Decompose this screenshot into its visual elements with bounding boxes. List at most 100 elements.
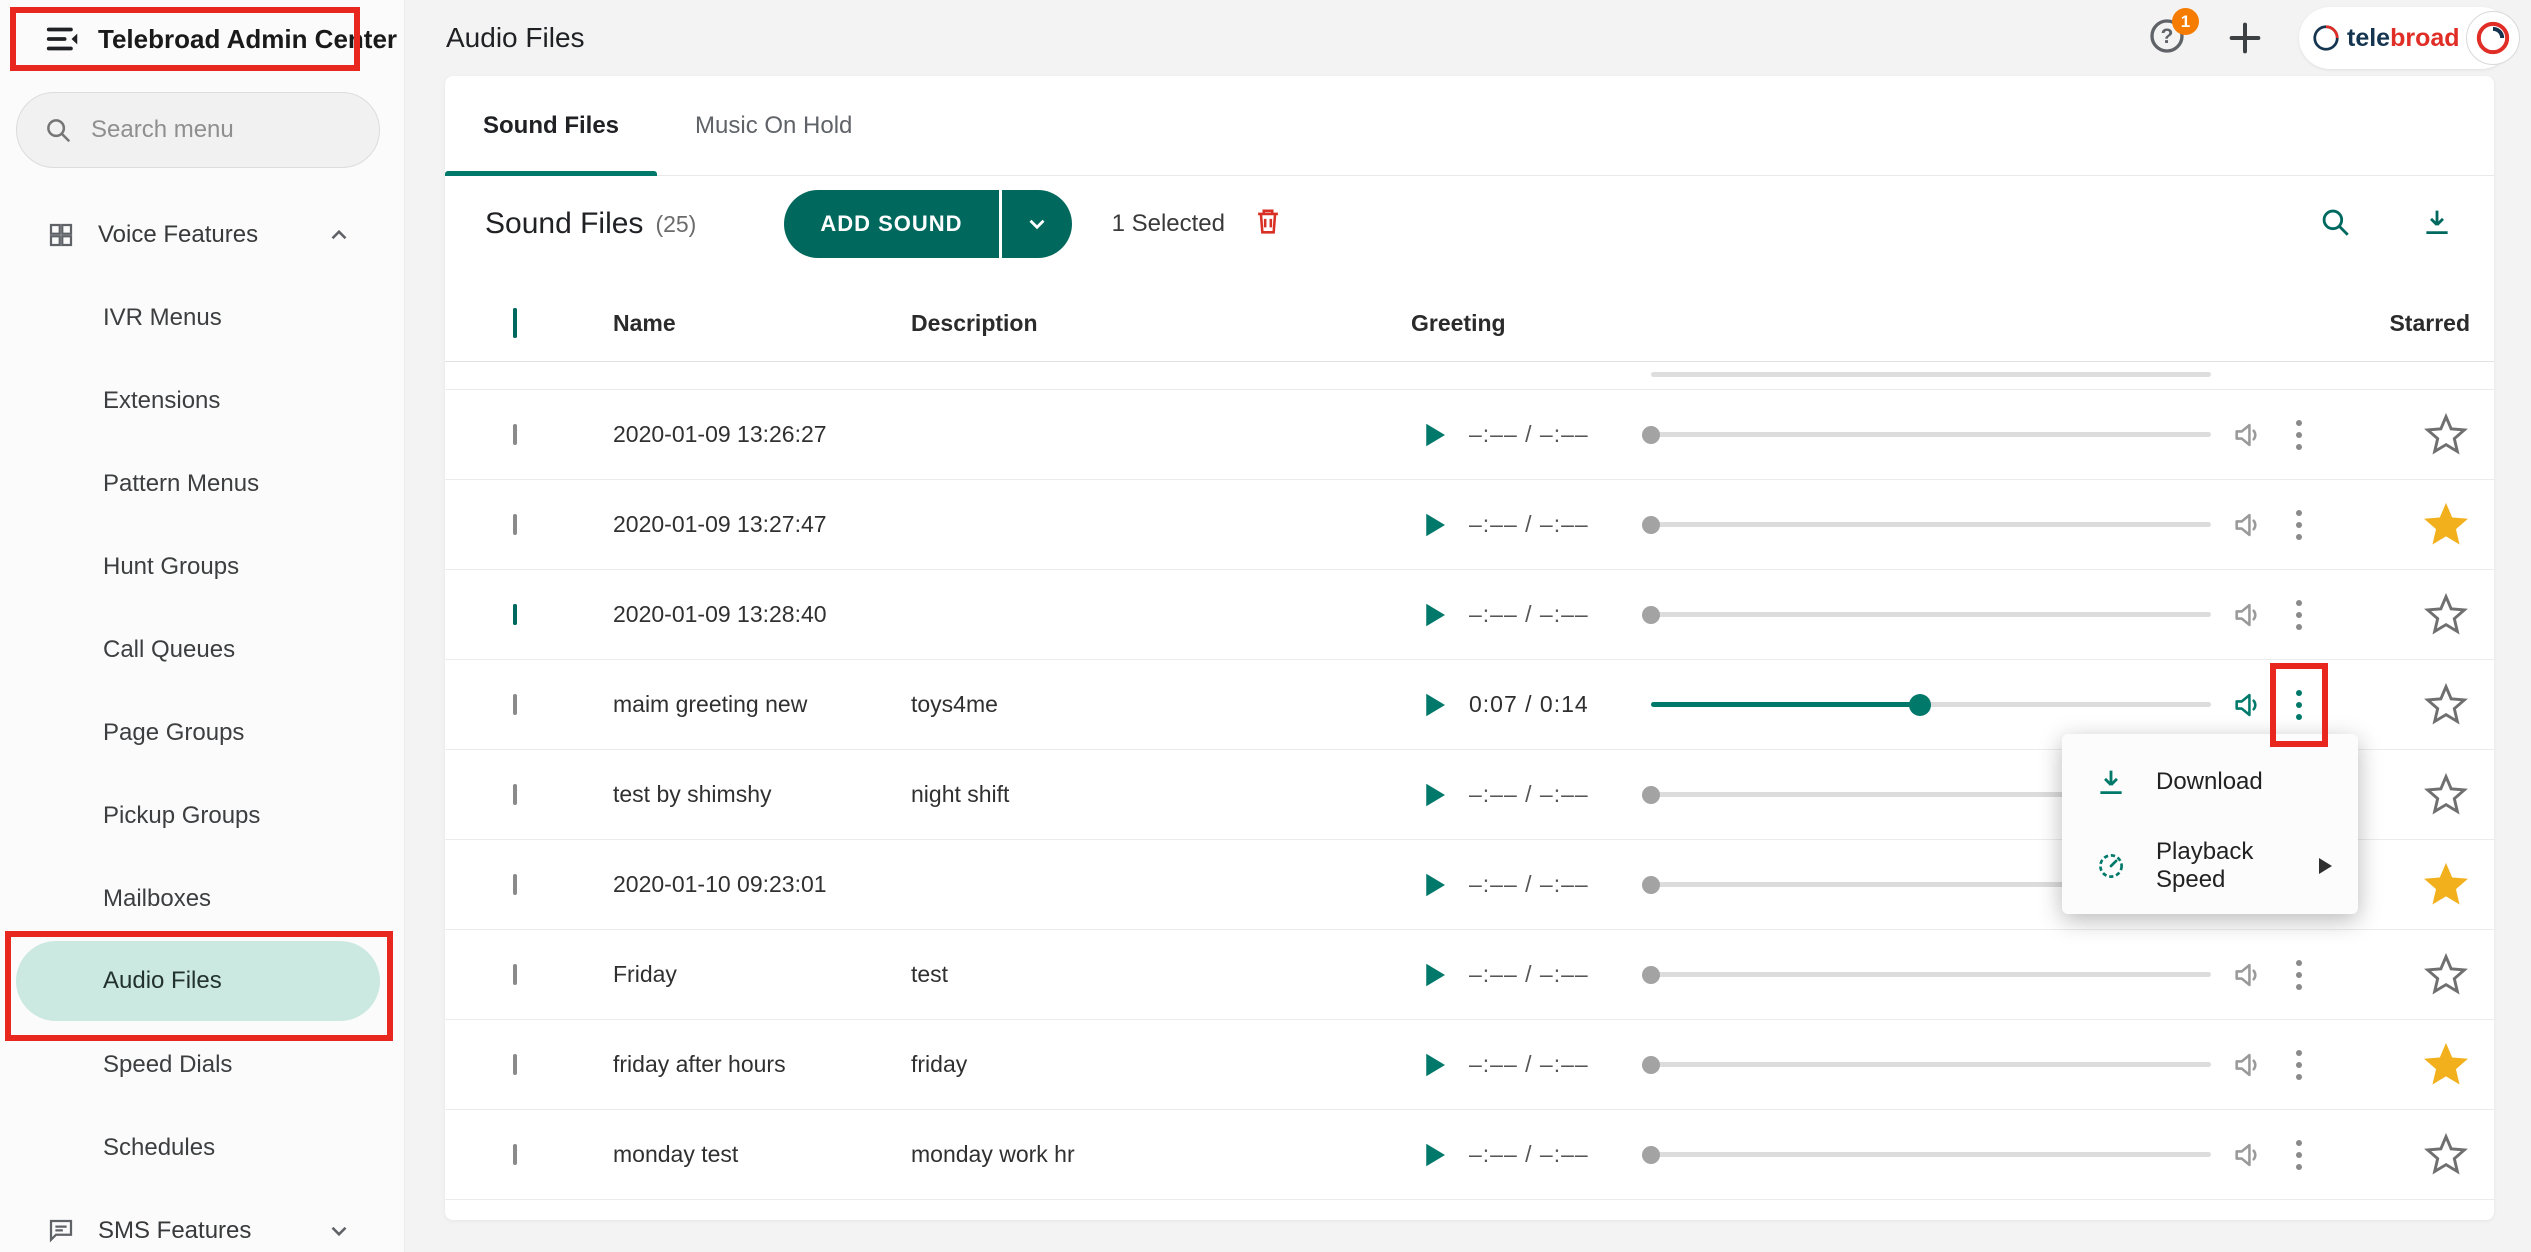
account-pill[interactable]: telebroad — [2299, 7, 2512, 69]
sidebar-item-pattern-menus[interactable]: Pattern Menus — [0, 442, 404, 525]
select-all-checkbox[interactable] — [513, 308, 517, 338]
star-toggle[interactable] — [2424, 1043, 2468, 1087]
row-kebab-button[interactable] — [2279, 1045, 2319, 1085]
row-checkbox[interactable] — [513, 424, 517, 445]
star-toggle[interactable] — [2424, 1133, 2468, 1177]
volume-button[interactable] — [2231, 1138, 2265, 1172]
sidebar-item-audio-files[interactable]: Audio Files — [16, 941, 380, 1021]
sidebar-item-extensions[interactable]: Extensions — [0, 359, 404, 442]
table-download-button[interactable] — [2420, 205, 2458, 243]
star-toggle[interactable] — [2424, 503, 2468, 547]
volume-icon — [2231, 1138, 2265, 1172]
player-slider[interactable] — [1651, 1062, 2211, 1067]
row-checkbox[interactable] — [513, 694, 517, 715]
row-checkbox[interactable] — [513, 784, 517, 805]
play-button[interactable] — [1411, 683, 1455, 727]
row-checkbox[interactable] — [513, 1054, 517, 1075]
sidebar-section-voice-features[interactable]: Voice Features — [0, 200, 404, 270]
page-header: Audio Files ? 1 telebroad — [406, 0, 2531, 76]
submenu-arrow-icon — [2319, 858, 2332, 874]
row-kebab-button[interactable] — [2279, 1135, 2319, 1175]
play-button[interactable] — [1411, 863, 1455, 907]
sidebar-search[interactable] — [16, 92, 380, 168]
sidebar-item-hunt-groups[interactable]: Hunt Groups — [0, 525, 404, 608]
sidebar-item-speed-dials[interactable]: Speed Dials — [0, 1023, 404, 1106]
sidebar-item-schedules[interactable]: Schedules — [0, 1106, 404, 1189]
slider-thumb[interactable] — [1642, 1146, 1660, 1164]
add-button-global[interactable] — [2225, 18, 2265, 58]
playback-speed-icon — [2094, 849, 2128, 883]
sidebar-item-mailboxes[interactable]: Mailboxes — [0, 857, 404, 940]
play-button[interactable] — [1411, 593, 1455, 637]
volume-button[interactable] — [2231, 598, 2265, 632]
menu-item-download[interactable]: Download — [2062, 740, 2358, 824]
sidebar-item-call-queues[interactable]: Call Queues — [0, 608, 404, 691]
tab-sound-files[interactable]: Sound Files — [445, 76, 657, 175]
volume-button[interactable] — [2231, 1048, 2265, 1082]
row-checkbox[interactable] — [513, 874, 517, 895]
slider-thumb[interactable] — [1642, 516, 1660, 534]
add-sound-dropdown-button[interactable] — [1002, 190, 1072, 258]
star-toggle[interactable] — [2424, 863, 2468, 907]
audio-files-card: Sound Files Music On Hold Sound Files (2… — [445, 76, 2494, 1220]
slider-thumb[interactable] — [1642, 1056, 1660, 1074]
star-toggle[interactable] — [2424, 683, 2468, 727]
volume-icon — [2231, 418, 2265, 452]
row-checkbox[interactable] — [513, 604, 517, 625]
play-button[interactable] — [1411, 1043, 1455, 1087]
player-slider[interactable] — [1651, 702, 2211, 707]
slider-thumb[interactable] — [1642, 966, 1660, 984]
volume-button[interactable] — [2231, 508, 2265, 542]
play-button[interactable] — [1411, 503, 1455, 547]
slider-thumb[interactable] — [1642, 876, 1660, 894]
row-checkbox[interactable] — [513, 1144, 517, 1165]
tab-music-on-hold[interactable]: Music On Hold — [657, 76, 890, 175]
delete-selected-button[interactable] — [1251, 204, 1291, 244]
sidebar-item-page-groups[interactable]: Page Groups — [0, 691, 404, 774]
star-icon — [2424, 503, 2468, 547]
star-icon — [2424, 863, 2468, 907]
player-slider[interactable] — [1651, 1152, 2211, 1157]
menu-open-icon[interactable] — [44, 20, 82, 58]
star-icon — [2424, 683, 2468, 727]
row-kebab-button[interactable] — [2279, 415, 2319, 455]
avatar[interactable] — [2466, 11, 2520, 65]
slider-thumb[interactable] — [1642, 786, 1660, 804]
player-slider[interactable] — [1651, 432, 2211, 437]
player-slider[interactable] — [1651, 612, 2211, 617]
star-toggle[interactable] — [2424, 593, 2468, 637]
star-toggle[interactable] — [2424, 413, 2468, 457]
player-slider[interactable] — [1651, 972, 2211, 977]
row-kebab-button[interactable] — [2279, 685, 2319, 725]
volume-button[interactable] — [2231, 418, 2265, 452]
play-button[interactable] — [1411, 953, 1455, 997]
sidebar-section-sms-features[interactable]: SMS Features — [0, 1196, 404, 1252]
help-button[interactable]: ? 1 — [2147, 16, 2191, 60]
search-input[interactable] — [91, 116, 401, 144]
slider-thumb[interactable] — [1642, 426, 1660, 444]
sidebar-item-pickup-groups[interactable]: Pickup Groups — [0, 774, 404, 857]
sms-features-icon — [46, 1216, 76, 1246]
volume-button[interactable] — [2231, 958, 2265, 992]
star-toggle[interactable] — [2424, 773, 2468, 817]
play-button[interactable] — [1411, 773, 1455, 817]
menu-item-playback-speed[interactable]: Playback Speed — [2062, 824, 2358, 908]
row-kebab-button[interactable] — [2279, 595, 2319, 635]
slider-thumb[interactable] — [1909, 694, 1931, 716]
row-name: monday test — [613, 1141, 911, 1168]
slider-thumb[interactable] — [1642, 606, 1660, 624]
row-kebab-button[interactable] — [2279, 955, 2319, 995]
sidebar-item-ivr-menus[interactable]: IVR Menus — [0, 276, 404, 359]
player-slider[interactable] — [1651, 522, 2211, 527]
row-checkbox[interactable] — [513, 964, 517, 985]
volume-button[interactable] — [2231, 688, 2265, 722]
sidebar: Telebroad Admin Center Voice Features IV… — [0, 0, 405, 1252]
search-icon — [43, 115, 73, 145]
star-toggle[interactable] — [2424, 953, 2468, 997]
row-checkbox[interactable] — [513, 514, 517, 535]
row-kebab-button[interactable] — [2279, 505, 2319, 545]
table-search-button[interactable] — [2318, 205, 2356, 243]
add-sound-button[interactable]: ADD SOUND — [784, 190, 998, 258]
play-button[interactable] — [1411, 413, 1455, 457]
play-button[interactable] — [1411, 1133, 1455, 1177]
